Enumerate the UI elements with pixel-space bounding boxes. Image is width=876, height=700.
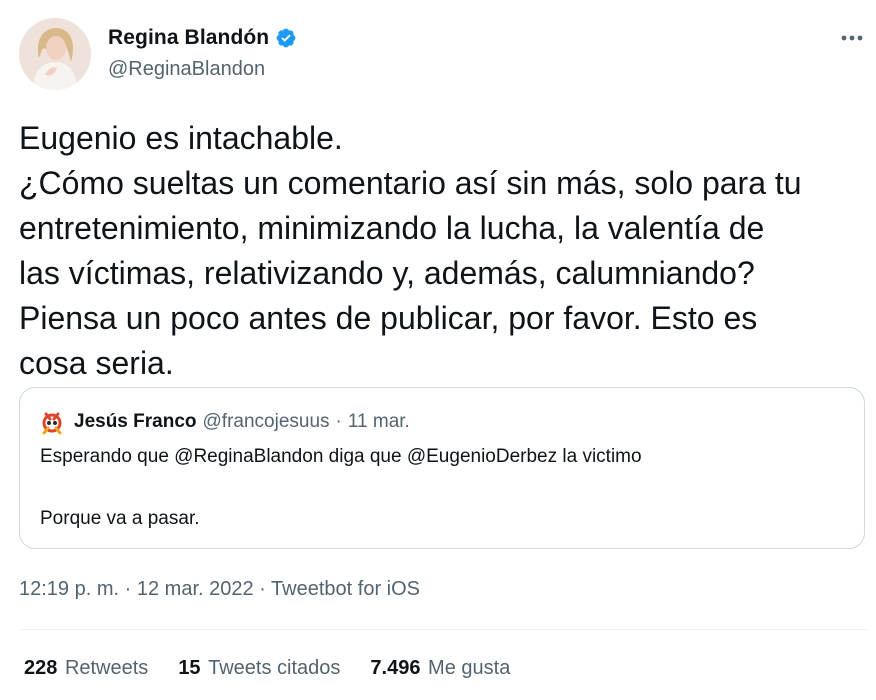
tweet-source-link[interactable]: Tweetbot for iOS bbox=[271, 578, 420, 600]
tweet-text-line: entretenimiento, minimizando la lucha, l… bbox=[19, 210, 765, 246]
quoted-tweet-date[interactable]: 11 mar. bbox=[348, 411, 410, 433]
profile-photo-icon bbox=[19, 18, 91, 90]
quoted-separator: · bbox=[335, 411, 342, 432]
verified-badge-icon bbox=[275, 27, 297, 49]
quoted-author-name[interactable]: Jesús Franco bbox=[74, 411, 197, 433]
author-name[interactable]: Regina Blandón bbox=[108, 26, 269, 50]
divider bbox=[19, 629, 869, 630]
quote-tweets-stat[interactable]: 15 Tweets citados bbox=[178, 657, 340, 680]
author-name-row[interactable]: Regina Blandón bbox=[108, 26, 297, 50]
more-options-icon[interactable] bbox=[836, 26, 868, 50]
quote-tweets-count: 15 bbox=[178, 657, 201, 679]
retweets-label: Retweets bbox=[64, 657, 149, 679]
quoted-tweet-text-line: Esperando que @ReginaBlandon diga que @E… bbox=[40, 446, 642, 467]
tweet-time[interactable]: 12:19 p. m. bbox=[19, 578, 119, 600]
author-avatar[interactable] bbox=[19, 18, 91, 90]
tweet-text-line: cosa seria. bbox=[19, 345, 174, 381]
tweet-stats: 228 Retweets 15 Tweets citados 7.496 Me … bbox=[24, 657, 510, 680]
likes-label: Me gusta bbox=[428, 657, 511, 679]
likes-count: 7.496 bbox=[370, 657, 421, 679]
quoted-tweet-text-line: Porque va a pasar. bbox=[40, 508, 200, 529]
tweet-text-line: las víctimas, relativizando y, además, c… bbox=[19, 255, 755, 291]
author-handle[interactable]: @ReginaBlandon bbox=[108, 58, 265, 81]
retweets-count: 228 bbox=[24, 657, 58, 679]
tweet-date[interactable]: 12 mar. 2022 bbox=[137, 578, 254, 600]
quoted-author-avatar-icon[interactable] bbox=[38, 408, 66, 436]
quoted-tweet-card[interactable]: Jesús Franco @francojesuus · 11 mar. Esp… bbox=[19, 387, 865, 549]
tweet-text: Eugenio es intachable. ¿Cómo sueltas un … bbox=[19, 116, 869, 386]
retweets-stat[interactable]: 228 Retweets bbox=[24, 657, 148, 680]
tweet-text-line: ¿Cómo sueltas un comentario así sin más,… bbox=[19, 165, 802, 201]
quoted-author-handle[interactable]: @francojesuus bbox=[203, 411, 330, 433]
tweet-meta: 12:19 p. m. · 12 mar. 2022 · Tweetbot fo… bbox=[19, 578, 420, 601]
quoted-tweet-header: Jesús Franco @francojesuus · 11 mar. bbox=[38, 408, 410, 436]
quote-tweets-label: Tweets citados bbox=[208, 657, 341, 679]
meta-separator: · bbox=[124, 578, 132, 600]
tweet-text-line: Eugenio es intachable. bbox=[19, 120, 343, 156]
likes-stat[interactable]: 7.496 Me gusta bbox=[370, 657, 510, 680]
meta-separator: · bbox=[259, 578, 266, 600]
tweet-text-line: Piensa un poco antes de publicar, por fa… bbox=[19, 300, 758, 336]
